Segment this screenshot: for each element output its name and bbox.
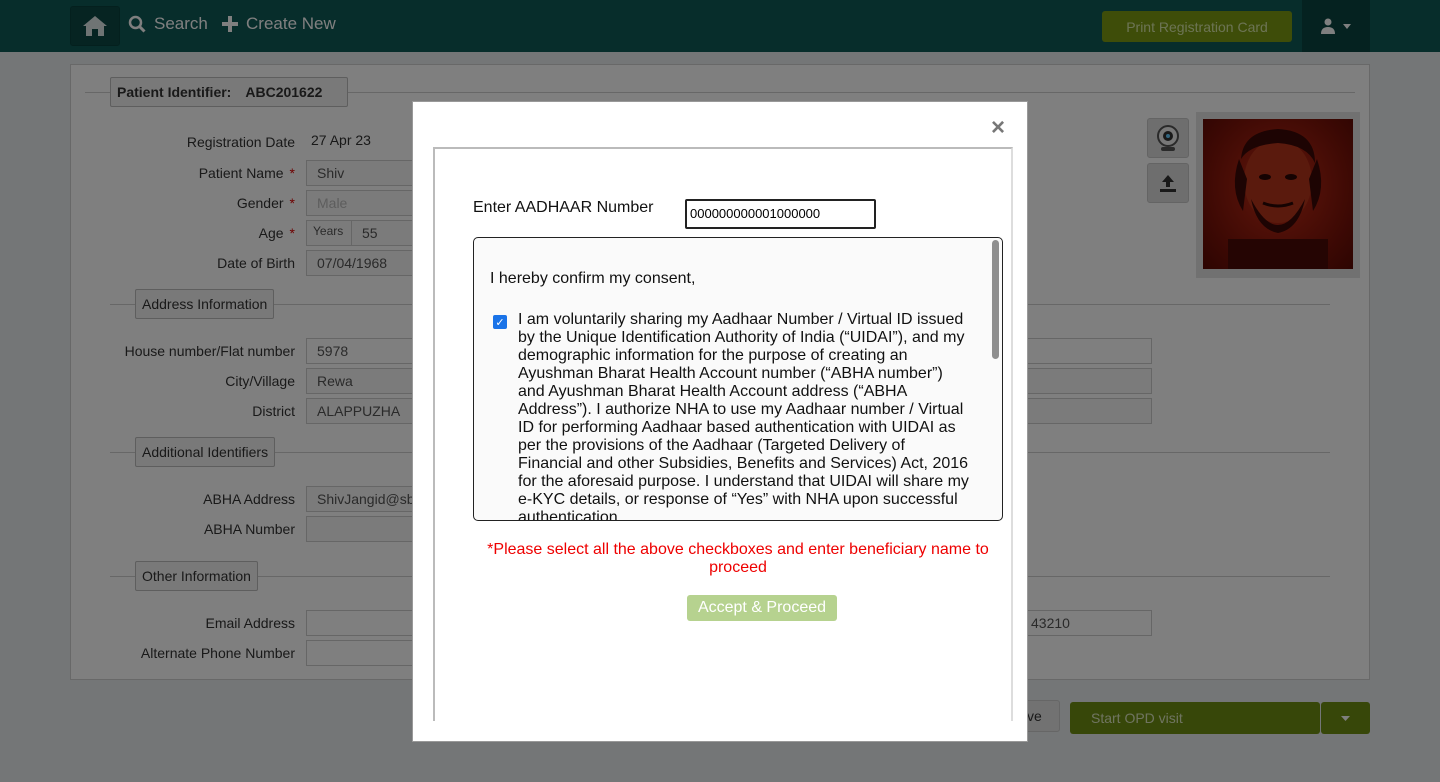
consent-scroll-box[interactable]: I hereby confirm my consent, ✓ I am volu… — [473, 237, 1003, 521]
close-modal-button[interactable]: × — [991, 116, 1005, 140]
consent-checkbox[interactable]: ✓ — [493, 315, 507, 329]
aadhaar-number-label: Enter AADHAAR Number — [473, 199, 654, 216]
consent-title: I hereby confirm my consent, — [490, 270, 696, 287]
aadhaar-number-input[interactable]: 000000000001000000 — [685, 199, 876, 229]
consent-text: I am voluntarily sharing my Aadhaar Numb… — [518, 311, 969, 521]
accept-proceed-button[interactable]: Accept & Proceed — [687, 595, 837, 621]
aadhaar-consent-modal: × Enter AADHAAR Number 00000000000100000… — [412, 101, 1028, 742]
validation-warning: *Please select all the above checkboxes … — [487, 541, 989, 576]
consent-scrollbar[interactable] — [992, 240, 999, 359]
